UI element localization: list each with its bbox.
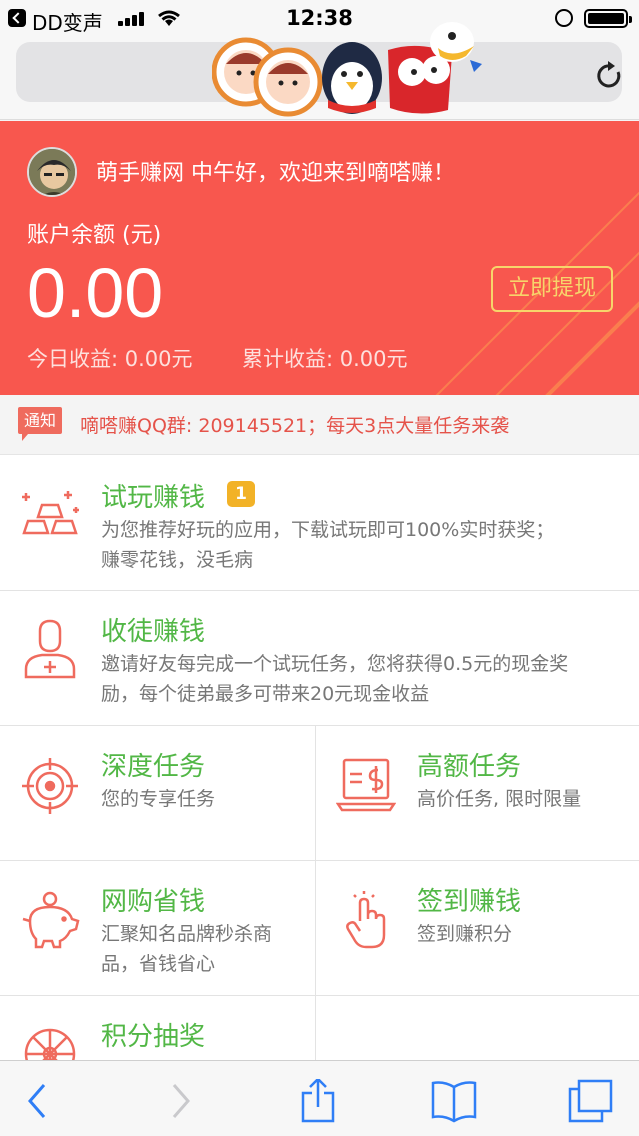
task-trial[interactable]: 试玩赚钱 1 为您推荐好玩的应用，下载试玩即可100%实时获奖； 赚零花钱，没毛… [0, 455, 639, 591]
task-checkin-desc: 签到赚积分 [417, 923, 513, 945]
forward-icon[interactable] [156, 1079, 204, 1123]
address-bar [0, 22, 639, 120]
share-icon[interactable] [294, 1079, 342, 1123]
target-icon [22, 758, 78, 814]
task-lottery-title: 积分抽奖 [101, 1022, 206, 1052]
task-deep-title: 深度任务 [101, 752, 206, 782]
task-deep-desc: 您的专享任务 [101, 788, 216, 810]
task-high[interactable]: 高额任务 高价任务, 限时限量 [315, 726, 639, 861]
task-lottery[interactable]: 积分抽奖 [0, 996, 315, 1080]
task-shopping-desc: 汇聚知名品牌秒杀商 品，省钱省心 [101, 919, 301, 979]
task-high-desc: 高价任务, 限时限量 [417, 788, 582, 810]
task-trial-badge: 1 [227, 481, 255, 507]
task-invite-desc: 邀请好友每完成一个试玩任务，您将获得0.5元的现金奖 励，每个徒弟最多可带来20… [101, 649, 611, 709]
url-field[interactable] [16, 22, 624, 117]
task-trial-desc: 为您推荐好玩的应用，下载试玩即可100%实时获奖； 赚零花钱，没毛病 [101, 515, 611, 575]
battery-icon [584, 9, 632, 28]
reload-icon[interactable] [596, 60, 624, 90]
task-invite-desc-line1: 邀请好友每完成一个试玩任务，您将获得0.5元的现金奖 [101, 653, 569, 675]
task-checkin-title: 签到赚钱 [417, 887, 522, 917]
task-high-title: 高额任务 [417, 752, 522, 782]
task-invite-desc-line2: 励，每个徒弟最多可带来20元现金收益 [101, 683, 430, 705]
notice-bar[interactable]: 通知 嘀嗒赚QQ群: 209145521；每天3点大量任务来袭 [0, 395, 639, 455]
gold-bars-icon [22, 491, 79, 535]
task-deep[interactable]: 深度任务 您的专享任务 [0, 726, 315, 861]
balance-value: 0.00 [27, 254, 164, 332]
today-income: 今日收益: 0.00元 [27, 347, 193, 371]
task-invite[interactable]: 收徒赚钱 邀请好友每完成一个试玩任务，您将获得0.5元的现金奖 励，每个徒弟最多… [0, 591, 639, 726]
task-shopping-desc-line1: 汇聚知名品牌秒杀商 [101, 923, 273, 945]
task-shopping-title: 网购省钱 [101, 887, 206, 917]
greeting-text: 萌手赚网 中午好，欢迎来到嘀嗒赚！ [96, 161, 455, 186]
bookmarks-icon[interactable] [430, 1079, 478, 1123]
empty-cell [315, 996, 639, 1066]
task-trial-title: 试玩赚钱 [101, 483, 206, 513]
browser-toolbar [0, 1060, 639, 1136]
account-header: 萌手赚网 中午好，欢迎来到嘀嗒赚！ 账户余额 (元) 0.00 立即提现 今日收… [0, 121, 639, 395]
task-trial-desc-line1: 为您推荐好玩的应用，下载试玩即可100%实时获奖； [101, 519, 555, 541]
tap-hand-icon [346, 891, 386, 949]
notice-tag: 通知 [18, 407, 63, 441]
piggy-bank-icon [22, 891, 80, 949]
add-user-icon [24, 619, 76, 679]
withdraw-button[interactable]: 立即提现 [491, 266, 613, 312]
laptop-dollar-icon [336, 758, 396, 812]
balance-label: 账户余额 (元) [27, 223, 162, 248]
task-trial-desc-line2: 赚零花钱，没毛病 [101, 549, 254, 571]
task-invite-title: 收徒赚钱 [101, 617, 206, 647]
task-checkin[interactable]: 签到赚钱 签到赚积分 [315, 861, 639, 996]
avatar[interactable] [27, 147, 77, 197]
tabs-icon[interactable] [566, 1079, 614, 1123]
back-icon[interactable] [16, 1079, 64, 1123]
task-shopping[interactable]: 网购省钱 汇聚知名品牌秒杀商 品，省钱省心 [0, 861, 315, 996]
cartoon-sticker-icon [212, 22, 482, 117]
rotation-lock-icon [555, 9, 573, 27]
notice-text: 嘀嗒赚QQ群: 209145521；每天3点大量任务来袭 [80, 415, 510, 437]
task-shopping-desc-line2: 品，省钱省心 [101, 953, 216, 975]
total-income: 累计收益: 0.00元 [242, 347, 408, 371]
